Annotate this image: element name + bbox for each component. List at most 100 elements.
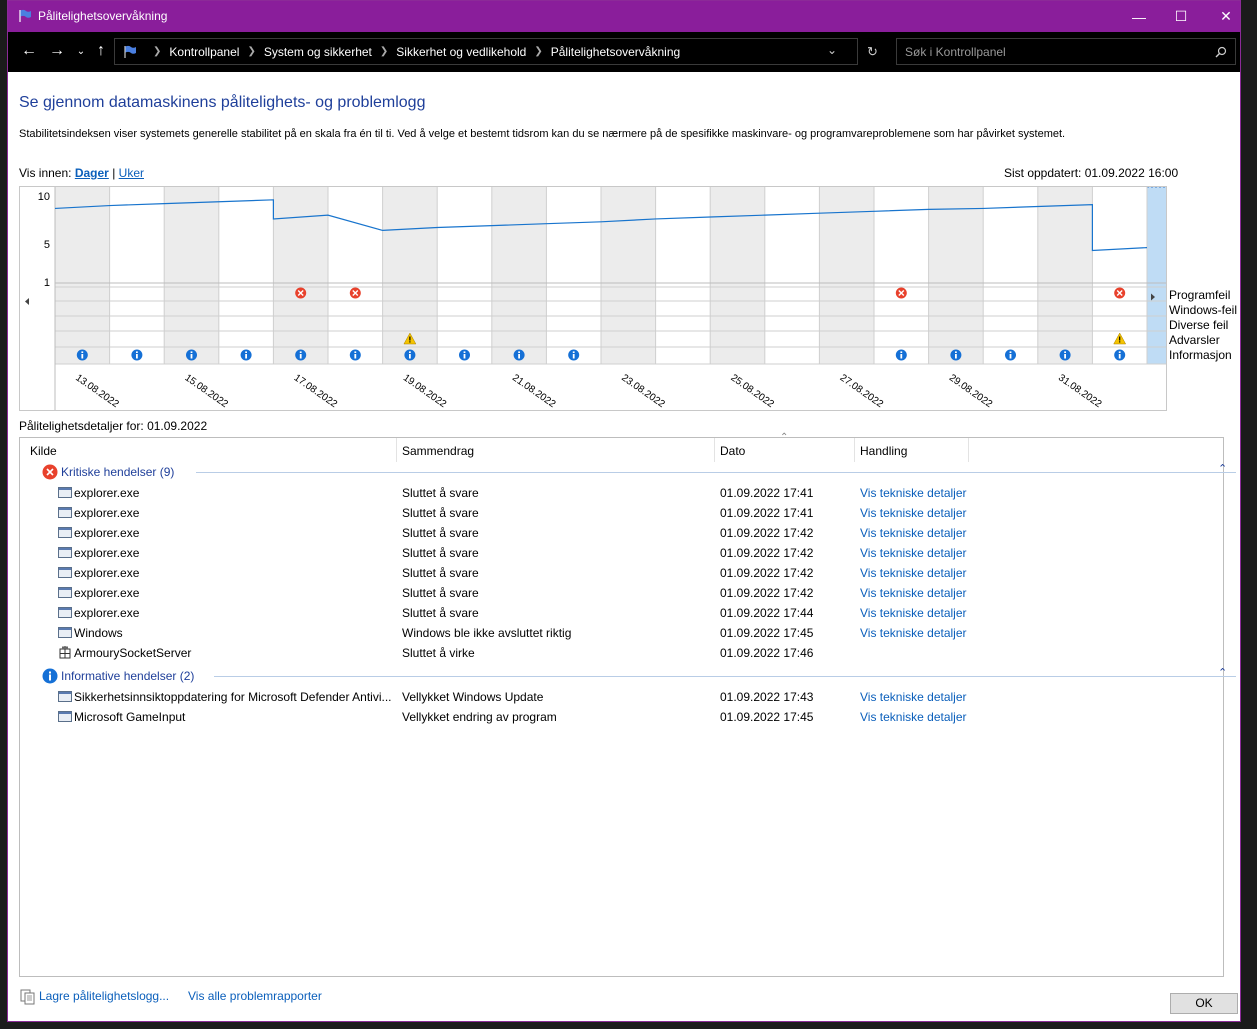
view-all-problem-reports-link[interactable]: Vis alle problemrapporter xyxy=(188,989,322,1003)
technical-details-link[interactable]: Vis tekniske detaljer xyxy=(860,586,967,600)
scroll-left-arrow-icon[interactable] xyxy=(25,298,29,305)
collapse-chevron-up-icon[interactable]: ⌃ xyxy=(1218,462,1227,475)
column-divider[interactable] xyxy=(854,438,855,462)
cell-date: 01.09.2022 17:45 xyxy=(720,710,814,724)
table-row[interactable]: Windows Windows ble ikke avsluttet rikti… xyxy=(20,623,1223,643)
table-row[interactable]: explorer.exe Sluttet å svare 01.09.2022 … xyxy=(20,603,1223,623)
ok-button[interactable]: OK xyxy=(1170,993,1238,1014)
forward-arrow-icon[interactable]: → xyxy=(46,40,68,62)
recent-chevron-down-icon[interactable]: ⌄ xyxy=(70,40,92,62)
search-input[interactable]: Søk i Kontrollpanel xyxy=(896,38,1236,65)
info-event-icon-mark xyxy=(1009,354,1012,359)
cell-summary: Sluttet å svare xyxy=(402,546,479,560)
column-header-summary[interactable]: Sammendrag xyxy=(402,444,474,458)
day-column[interactable] xyxy=(164,187,219,364)
minimize-button[interactable]: — xyxy=(1116,1,1162,32)
y-tick-label: 5 xyxy=(44,239,50,251)
group-label: Kritiske hendelser (9) xyxy=(61,465,175,479)
cell-source: explorer.exe xyxy=(74,526,140,540)
close-button[interactable]: ✕ xyxy=(1203,1,1249,32)
technical-details-link[interactable]: Vis tekniske detaljer xyxy=(860,486,967,500)
column-divider[interactable] xyxy=(396,438,397,462)
technical-details-link[interactable]: Vis tekniske detaljer xyxy=(860,566,967,580)
info-event-icon-mark xyxy=(1118,354,1121,359)
breadcrumb-item[interactable]: System og sikkerhet xyxy=(264,45,372,59)
chevron-right-icon: ❯ xyxy=(534,46,543,57)
cell-summary: Vellykket endring av program xyxy=(402,710,557,724)
day-column[interactable] xyxy=(655,187,711,364)
table-row[interactable]: explorer.exe Sluttet å svare 01.09.2022 … xyxy=(20,503,1223,523)
day-column[interactable] xyxy=(1037,187,1093,364)
refresh-icon[interactable]: ↻ xyxy=(867,44,878,60)
column-header-source[interactable]: Kilde xyxy=(30,444,57,458)
technical-details-link[interactable]: Vis tekniske detaljer xyxy=(860,690,967,704)
cell-date: 01.09.2022 17:43 xyxy=(720,690,814,704)
group-critical-events[interactable]: Kritiske hendelser (9) ⌃ xyxy=(42,463,1236,481)
day-column[interactable] xyxy=(710,187,765,364)
column-header-date[interactable]: Dato xyxy=(720,444,745,458)
table-row[interactable]: Microsoft GameInput Vellykket endring av… xyxy=(20,707,1223,727)
chevron-right-icon: ❯ xyxy=(153,46,162,57)
info-event-icon-dot xyxy=(136,351,138,353)
application-icon xyxy=(58,547,72,558)
day-column[interactable] xyxy=(273,187,328,364)
day-column[interactable] xyxy=(819,187,874,364)
table-row[interactable]: explorer.exe Sluttet å svare 01.09.2022 … xyxy=(20,583,1223,603)
technical-details-link[interactable]: Vis tekniske detaljer xyxy=(860,506,967,520)
cell-summary: Sluttet å svare xyxy=(402,566,479,580)
info-event-icon-mark xyxy=(572,354,575,359)
technical-details-link[interactable]: Vis tekniske detaljer xyxy=(860,606,967,620)
cell-summary: Sluttet å svare xyxy=(402,606,479,620)
back-arrow-icon[interactable]: ← xyxy=(18,40,40,62)
group-label: Informative hendelser (2) xyxy=(61,669,195,683)
service-icon xyxy=(59,646,71,659)
table-row[interactable]: explorer.exe Sluttet å svare 01.09.2022 … xyxy=(20,563,1223,583)
info-event-icon-dot xyxy=(900,351,903,353)
group-informative-events[interactable]: Informative hendelser (2) ⌃ xyxy=(42,667,1236,685)
save-reliability-history-link[interactable]: Lagre pålitelighetslogg... xyxy=(39,989,169,1003)
day-column[interactable] xyxy=(983,187,1038,364)
day-column[interactable] xyxy=(491,187,547,364)
maximize-button[interactable]: ☐ xyxy=(1158,1,1204,32)
day-column[interactable] xyxy=(328,187,383,364)
collapse-chevron-up-icon[interactable]: ⌃ xyxy=(1218,666,1227,679)
address-dropdown-chevron-icon[interactable]: ⌄ xyxy=(827,43,837,57)
table-row[interactable]: Sikkerhetsinnsiktoppdatering for Microso… xyxy=(20,687,1223,707)
column-divider[interactable] xyxy=(714,438,715,462)
table-row[interactable]: ArmourySocketServer Sluttet å virke 01.0… xyxy=(20,643,1223,663)
reliability-chart[interactable]: 10 5 1 13.08.2022 15.08.2022 17.08.2022 19.08.… xyxy=(19,186,1203,411)
technical-details-link[interactable]: Vis tekniske detaljer xyxy=(860,710,967,724)
cell-summary: Sluttet å svare xyxy=(402,486,479,500)
day-column[interactable] xyxy=(928,187,984,364)
reliability-chart-svg[interactable]: 10 5 1 13.08.2022 15.08.2022 17.08.2022 19.08.… xyxy=(20,186,1203,410)
scroll-right-arrow-icon[interactable] xyxy=(1148,292,1158,302)
table-row[interactable]: explorer.exe Sluttet å svare 01.09.2022 … xyxy=(20,523,1223,543)
reliability-monitor-window: Pålitelighetsovervåkning — ☐ ✕ ← → ⌄ ↑ ❯… xyxy=(7,0,1241,1022)
day-column[interactable] xyxy=(109,187,165,364)
up-arrow-icon[interactable]: ↑ xyxy=(90,40,112,62)
breadcrumb-item[interactable]: Pålitelighetsovervåkning xyxy=(551,45,680,59)
column-header-action[interactable]: Handling xyxy=(860,444,907,458)
breadcrumb-item[interactable]: Kontrollpanel xyxy=(169,45,239,59)
title-bar: Pålitelighetsovervåkning — ☐ ✕ xyxy=(8,1,1240,32)
day-column[interactable] xyxy=(874,187,929,364)
table-row[interactable]: explorer.exe Sluttet å svare 01.09.2022 … xyxy=(20,483,1223,503)
day-column[interactable] xyxy=(437,187,492,364)
technical-details-link[interactable]: Vis tekniske detaljer xyxy=(860,546,967,560)
search-icon[interactable] xyxy=(1215,46,1227,58)
view-days-link[interactable]: Dager xyxy=(75,166,109,180)
day-column[interactable] xyxy=(55,187,110,364)
selected-day-column[interactable] xyxy=(1146,186,1203,365)
application-icon xyxy=(58,487,72,498)
breadcrumb-item[interactable]: Sikkerhet og vedlikehold xyxy=(396,45,526,59)
info-event-icon-mark xyxy=(955,354,957,359)
technical-details-link[interactable]: Vis tekniske detaljer xyxy=(860,626,967,640)
day-column[interactable] xyxy=(218,187,274,364)
day-column[interactable] xyxy=(546,187,601,364)
technical-details-link[interactable]: Vis tekniske detaljer xyxy=(860,526,967,540)
view-weeks-link[interactable]: Uker xyxy=(119,166,144,180)
day-column[interactable] xyxy=(601,187,656,364)
column-divider[interactable] xyxy=(968,438,969,462)
breadcrumb[interactable]: ❯ Kontrollpanel ❯ System og sikkerhet ❯ … xyxy=(114,38,878,65)
table-row[interactable]: explorer.exe Sluttet å svare 01.09.2022 … xyxy=(20,543,1223,563)
